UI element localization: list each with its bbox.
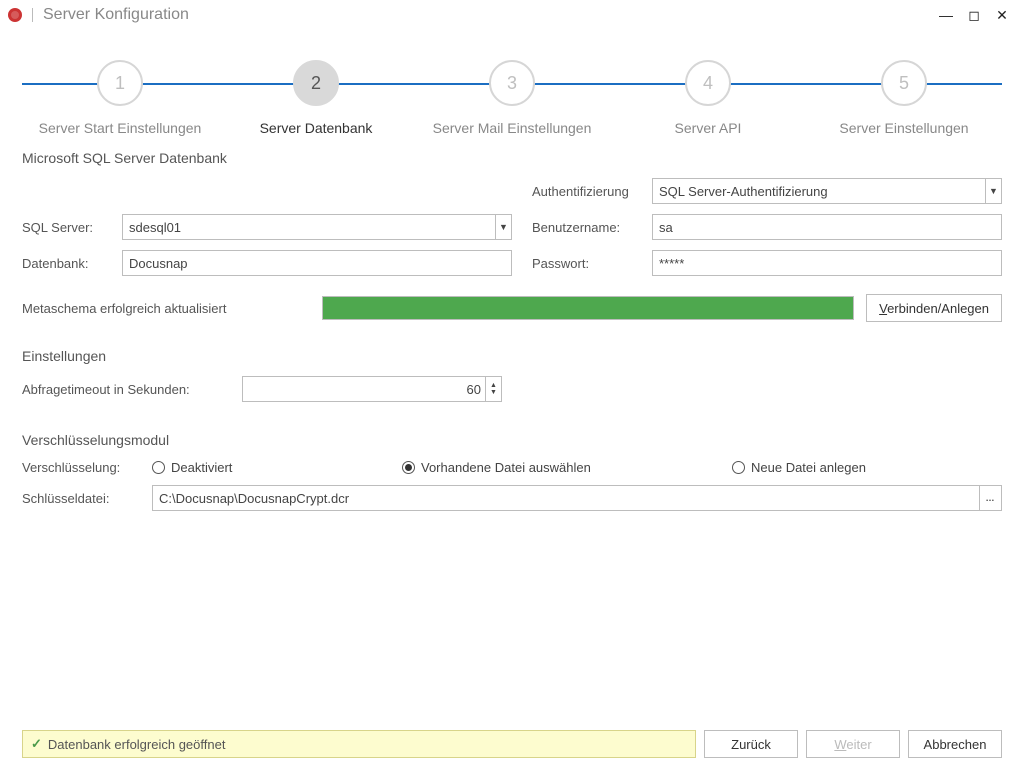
step-3[interactable]: 3 Server Mail Einstellungen: [414, 60, 610, 122]
keyfile-value: C:\Docusnap\DocusnapCrypt.dcr: [159, 491, 979, 506]
chevron-down-icon: ▼: [985, 179, 1001, 203]
back-button[interactable]: Zurück: [704, 730, 798, 758]
step-5-label: Server Einstellungen: [806, 120, 1002, 136]
settings-section-title: Einstellungen: [22, 348, 1002, 364]
titlebar-separator: [32, 8, 33, 22]
step-1[interactable]: 1 Server Start Einstellungen: [22, 60, 218, 122]
timeout-spinner[interactable]: 60 ▲▼: [242, 376, 502, 402]
close-button[interactable]: ✕: [988, 7, 1016, 24]
crypt-radio-existing[interactable]: Vorhandene Datei auswählen: [402, 460, 732, 475]
sqlserver-combo[interactable]: sdesql01 ▼: [122, 214, 512, 240]
sqlserver-value: sdesql01: [129, 220, 495, 235]
status-bar: ✓ Datenbank erfolgreich geöffnet: [22, 730, 696, 758]
window-title: Server Konfiguration: [43, 6, 189, 24]
check-icon: ✓: [31, 736, 42, 752]
connect-button[interactable]: Verbinden/Anlegen: [866, 294, 1002, 322]
crypt-section-title: Verschlüsselungsmodul: [22, 432, 1002, 448]
step-4-number: 4: [685, 60, 731, 106]
step-5[interactable]: 5 Server Einstellungen: [806, 60, 1002, 122]
step-2-number: 2: [293, 60, 339, 106]
crypt-mode-label: Verschlüsselung:: [22, 460, 152, 475]
step-2[interactable]: 2 Server Datenbank: [218, 60, 414, 122]
auth-combo[interactable]: SQL Server-Authentifizierung ▼: [652, 178, 1002, 204]
radio-dot-icon: [152, 461, 165, 474]
keyfile-label: Schlüsseldatei:: [22, 491, 152, 506]
radio-dot-icon: [402, 461, 415, 474]
step-2-label: Server Datenbank: [218, 120, 414, 136]
step-1-number: 1: [97, 60, 143, 106]
crypt-radio-existing-label: Vorhandene Datei auswählen: [421, 460, 591, 475]
step-4[interactable]: 4 Server API: [610, 60, 806, 122]
step-4-label: Server API: [610, 120, 806, 136]
dbname-label: Datenbank:: [22, 256, 122, 271]
meta-status-text: Metaschema erfolgreich aktualisiert: [22, 301, 322, 316]
wizard-stepper: 1 Server Start Einstellungen 2 Server Da…: [22, 60, 1002, 122]
auth-value: SQL Server-Authentifizierung: [659, 184, 985, 199]
dbname-input[interactable]: [122, 250, 512, 276]
radio-dot-icon: [732, 461, 745, 474]
step-3-label: Server Mail Einstellungen: [414, 120, 610, 136]
db-section-title: Microsoft SQL Server Datenbank: [22, 150, 1002, 166]
pass-input[interactable]: [652, 250, 1002, 276]
step-5-number: 5: [881, 60, 927, 106]
crypt-radio-disabled[interactable]: Deaktiviert: [152, 460, 402, 475]
meta-progress-bar: [322, 296, 854, 320]
pass-label: Passwort:: [532, 256, 652, 271]
wizard-footer: ✓ Datenbank erfolgreich geöffnet Zurück …: [0, 720, 1024, 768]
user-input[interactable]: [652, 214, 1002, 240]
app-icon: [8, 8, 22, 22]
crypt-radio-disabled-label: Deaktiviert: [171, 460, 232, 475]
minimize-button[interactable]: —: [932, 7, 960, 23]
status-text: Datenbank erfolgreich geöffnet: [48, 737, 226, 752]
step-1-label: Server Start Einstellungen: [22, 120, 218, 136]
keyfile-input[interactable]: C:\Docusnap\DocusnapCrypt.dcr …: [152, 485, 1002, 511]
chevron-down-icon: ▼: [495, 215, 511, 239]
sqlserver-label: SQL Server:: [22, 220, 122, 235]
auth-label: Authentifizierung: [532, 184, 652, 199]
cancel-button[interactable]: Abbrechen: [908, 730, 1002, 758]
maximize-button[interactable]: ◻: [960, 7, 988, 24]
step-3-number: 3: [489, 60, 535, 106]
timeout-label: Abfragetimeout in Sekunden:: [22, 382, 242, 397]
user-label: Benutzername:: [532, 220, 652, 235]
titlebar: Server Konfiguration — ◻ ✕: [0, 0, 1024, 30]
crypt-radio-new-label: Neue Datei anlegen: [751, 460, 866, 475]
timeout-value: 60: [249, 382, 485, 397]
crypt-radio-new[interactable]: Neue Datei anlegen: [732, 460, 866, 475]
spinner-buttons[interactable]: ▲▼: [485, 377, 501, 401]
next-button[interactable]: Weiter: [806, 730, 900, 758]
browse-icon[interactable]: …: [979, 486, 1001, 510]
